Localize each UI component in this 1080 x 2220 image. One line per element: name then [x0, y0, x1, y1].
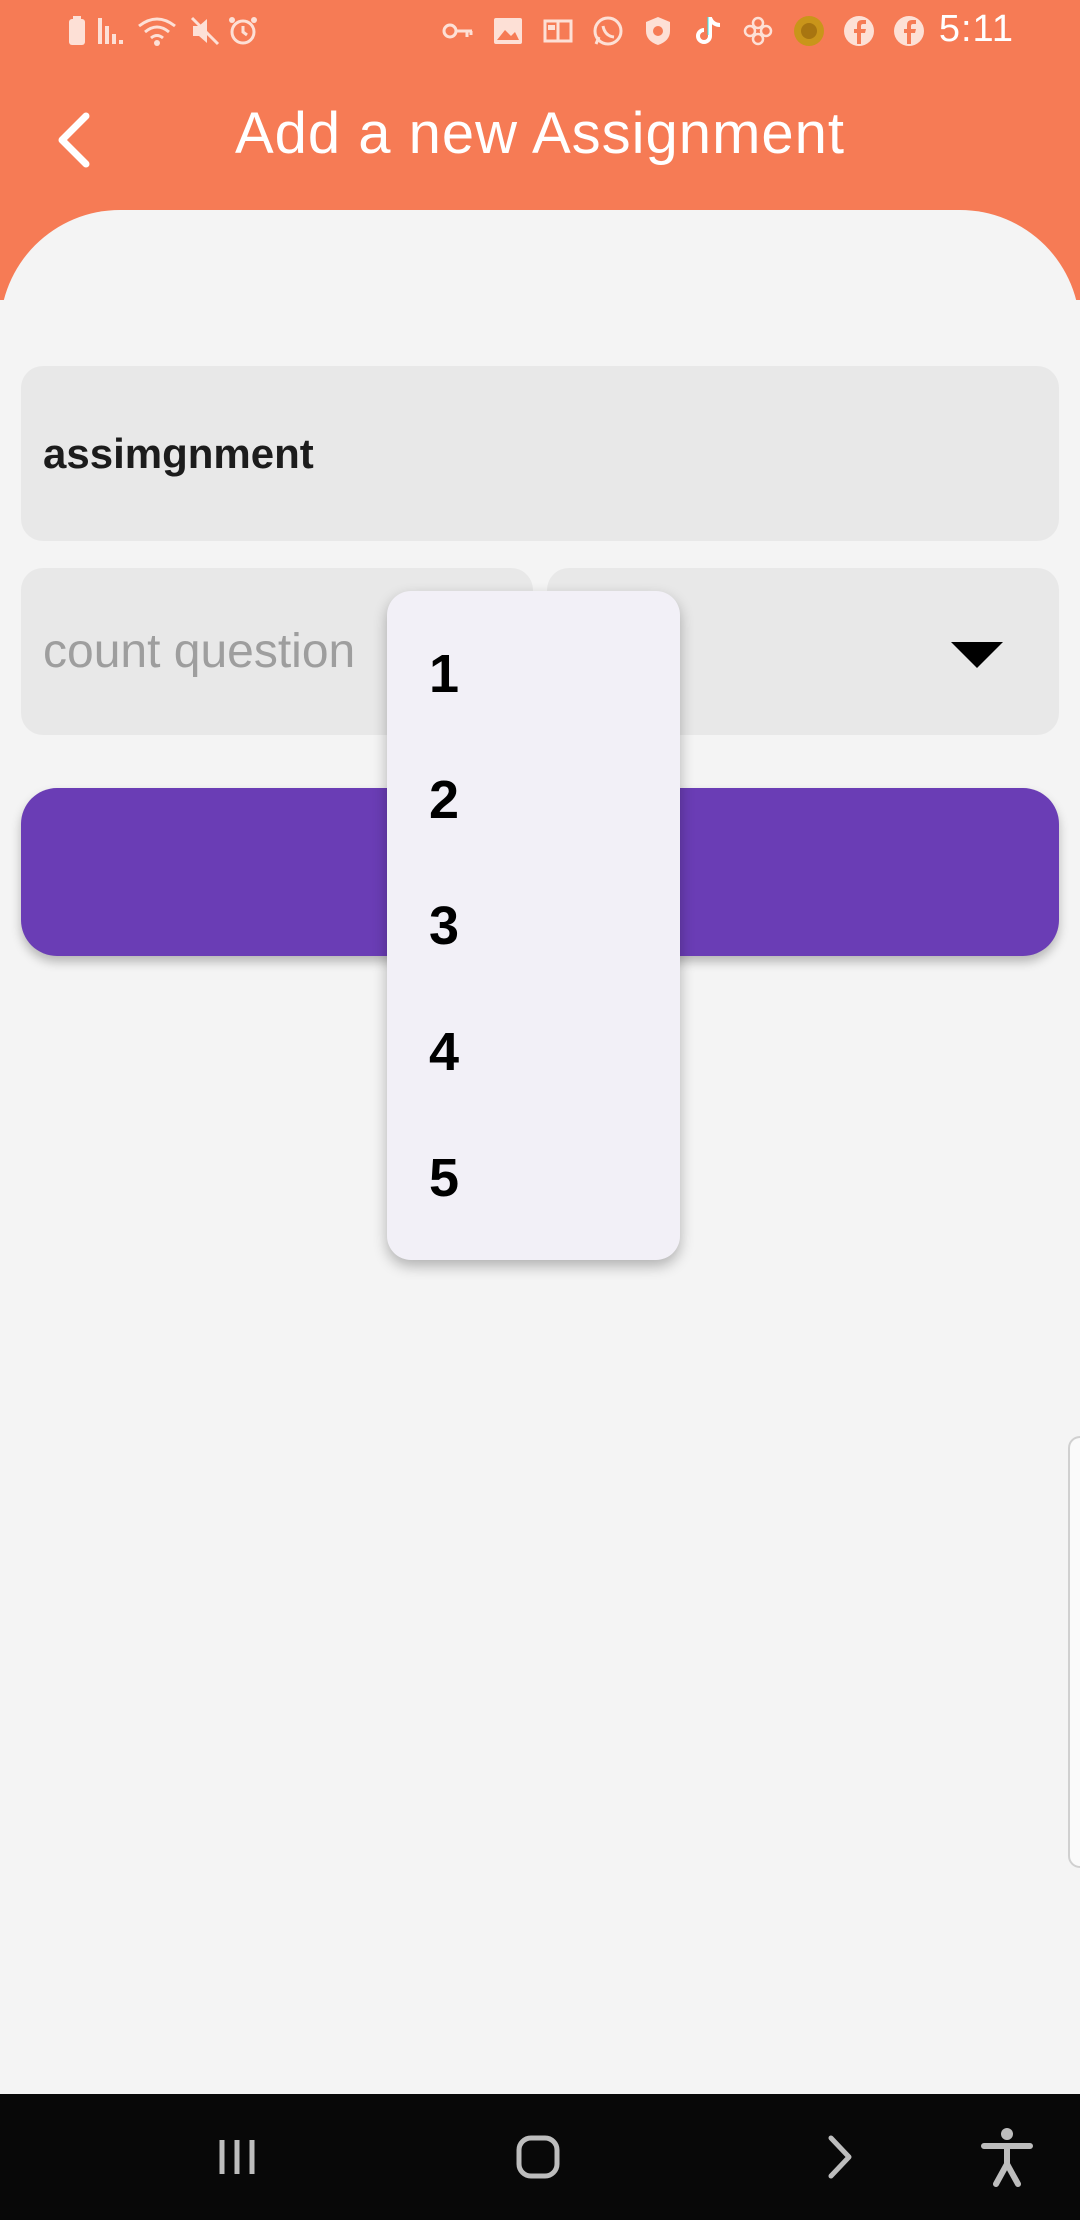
system-nav-bar — [0, 2094, 1080, 2220]
facebook-icon — [844, 16, 874, 46]
home-icon[interactable] — [501, 2120, 575, 2194]
vpn-key-icon — [442, 23, 473, 39]
dropdown-option-2[interactable]: 2 — [387, 731, 680, 857]
gallery-icon — [494, 18, 522, 44]
battery-icon — [69, 16, 85, 45]
dropdown-option-3[interactable]: 3 — [387, 857, 680, 983]
count-question-placeholder: count question — [43, 625, 356, 678]
alarm-icon — [229, 17, 257, 45]
facebook-icon — [894, 16, 924, 46]
status-time: 5:11 — [938, 8, 1014, 50]
edge-panel-handle[interactable] — [1068, 1436, 1080, 1868]
dropdown-option-5[interactable]: 5 — [387, 1109, 680, 1235]
triangle-down-icon — [951, 642, 1003, 668]
shield-icon — [646, 17, 670, 45]
dropdown-menu: 1 2 3 4 5 — [387, 591, 680, 1260]
accessibility-icon[interactable] — [970, 2120, 1044, 2194]
recent-apps-icon[interactable] — [200, 2120, 274, 2194]
flower-icon — [743, 16, 773, 46]
assignment-name-field[interactable]: assimgnment — [21, 366, 1059, 541]
whatsapp-icon — [593, 16, 623, 46]
tiktok-icon — [696, 17, 721, 44]
mute-icon — [190, 16, 220, 46]
page-title: Add a new Assignment — [234, 101, 846, 166]
app-icon — [543, 19, 573, 43]
dropdown-option-1[interactable]: 1 — [387, 605, 680, 731]
wifi-icon — [138, 17, 176, 46]
signal-icon — [98, 18, 123, 44]
coin-icon — [794, 16, 824, 46]
back-icon[interactable] — [803, 2120, 877, 2194]
status-bar: 5:11 — [0, 0, 1080, 64]
dropdown-option-4[interactable]: 4 — [387, 983, 680, 1109]
assignment-name-value: assimgnment — [43, 430, 314, 477]
